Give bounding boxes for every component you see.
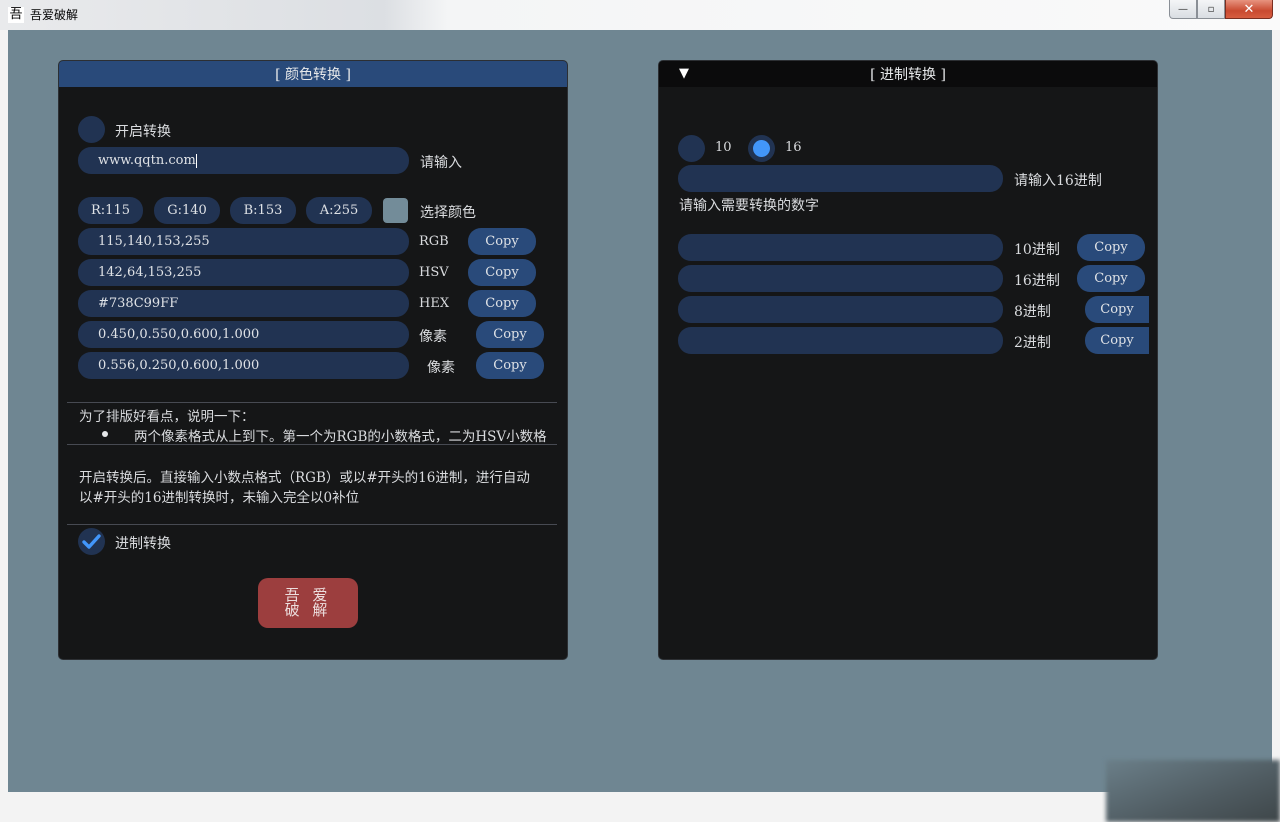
channel-b-chip[interactable]: B:153 bbox=[230, 197, 296, 224]
color-input[interactable]: www.qqtn.com bbox=[78, 147, 409, 174]
channel-g-chip[interactable]: G:140 bbox=[154, 197, 220, 224]
checkmark-icon bbox=[82, 534, 101, 549]
number-input[interactable] bbox=[678, 165, 1003, 192]
window-client-area: [ 颜色转换 ] 开启转换 www.qqtn.com 请输入 R:115 G:1… bbox=[8, 30, 1280, 822]
channel-a-chip[interactable]: A:255 bbox=[306, 197, 372, 224]
enable-convert-label: 开启转换 bbox=[115, 124, 171, 140]
maximize-button[interactable]: ▫ bbox=[1197, 0, 1225, 19]
minimize-icon: — bbox=[1178, 3, 1188, 15]
note-paragraph-1: 开启转换后。直接输入小数点格式（RGB）或以#开头的16进制，进行自动 bbox=[79, 470, 530, 486]
hsv-float-output-label: 像素 bbox=[427, 360, 455, 376]
close-icon: ✕ bbox=[1243, 1, 1255, 17]
base-convert-label: 进制转换 bbox=[115, 536, 171, 552]
minimize-button[interactable]: — bbox=[1169, 0, 1197, 19]
copy-rgb-button[interactable]: Copy bbox=[468, 228, 536, 255]
copy-hsv-button[interactable]: Copy bbox=[468, 259, 536, 286]
binary-output-label: 2进制 bbox=[1014, 335, 1051, 351]
octal-output-label: 8进制 bbox=[1014, 304, 1051, 320]
hsv-output-label: HSV bbox=[419, 265, 449, 280]
base-convert-panel: ▼ [ 进制转换 ] 10 16 请输入16进制 请输入需要转换的数字 10进制… bbox=[658, 60, 1158, 660]
copy-hex-button[interactable]: Copy bbox=[468, 290, 536, 317]
rgb-output-label: RGB bbox=[419, 234, 449, 249]
rgb-float-output-label: 像素 bbox=[419, 329, 447, 345]
hsv-float-output-field[interactable]: 0.556,0.250,0.600,1.000 bbox=[78, 352, 409, 379]
resize-corner-shadow bbox=[1106, 760, 1280, 822]
copy-rgb-float-button[interactable]: Copy bbox=[476, 321, 544, 348]
radio-base-10-label: 10 bbox=[715, 140, 732, 155]
radio-base-16-label: 16 bbox=[785, 140, 802, 155]
window-controls: — ▫ ✕ bbox=[1169, 0, 1273, 20]
color-input-label: 请输入 bbox=[420, 155, 462, 171]
window-title: 吾爱破解 bbox=[30, 8, 79, 22]
radio-base-16[interactable] bbox=[748, 135, 775, 162]
number-input-hint: 请输入需要转换的数字 bbox=[679, 198, 819, 214]
copy-hsv-float-button[interactable]: Copy bbox=[476, 352, 544, 379]
separator bbox=[67, 402, 557, 403]
color-input-value: www.qqtn.com bbox=[98, 153, 196, 168]
copy-decimal-button[interactable]: Copy bbox=[1077, 234, 1145, 261]
close-button[interactable]: ✕ bbox=[1225, 0, 1273, 19]
brand-button[interactable]: 吾 爱 破 解 bbox=[258, 578, 358, 628]
base-convert-checkbox[interactable] bbox=[78, 528, 105, 555]
hex-output-field[interactable]: #738C99FF bbox=[78, 290, 409, 317]
rgb-output-field[interactable]: 115,140,153,255 bbox=[78, 228, 409, 255]
hex-output-label: 16进制 bbox=[1014, 273, 1060, 289]
color-convert-panel: [ 颜色转换 ] 开启转换 www.qqtn.com 请输入 R:115 G:1… bbox=[58, 60, 568, 660]
app-icon: 吾 bbox=[8, 7, 24, 23]
maximize-icon: ▫ bbox=[1207, 3, 1215, 15]
copy-hex-base-button[interactable]: Copy bbox=[1077, 265, 1145, 292]
brand-button-line-2: 破 解 bbox=[284, 601, 332, 619]
enable-convert-toggle[interactable] bbox=[78, 116, 105, 143]
channel-r-chip[interactable]: R:115 bbox=[78, 197, 143, 224]
hex-output-field[interactable] bbox=[678, 265, 1003, 292]
hex-output-label: HEX bbox=[419, 296, 450, 311]
decimal-output-field[interactable] bbox=[678, 234, 1003, 261]
bullet-icon bbox=[102, 431, 108, 437]
octal-output-field[interactable] bbox=[678, 296, 1003, 323]
hsv-output-field[interactable]: 142,64,153,255 bbox=[78, 259, 409, 286]
radio-base-10[interactable] bbox=[678, 135, 705, 162]
note-bullet-text: 两个像素格式从上到下。第一个为RGB的小数格式，二为HSV小数格 bbox=[134, 429, 547, 445]
collapse-triangle-icon[interactable]: ▼ bbox=[679, 66, 689, 81]
base-panel-header[interactable]: ▼ [ 进制转换 ] bbox=[659, 61, 1157, 87]
separator bbox=[67, 444, 557, 445]
copy-octal-button[interactable]: Copy bbox=[1085, 296, 1149, 323]
binary-output-field[interactable] bbox=[678, 327, 1003, 354]
color-panel-title: [ 颜色转换 ] bbox=[275, 67, 351, 83]
pick-color-label: 选择颜色 bbox=[420, 205, 476, 221]
number-input-label: 请输入16进制 bbox=[1014, 173, 1102, 189]
decimal-output-label: 10进制 bbox=[1014, 242, 1060, 258]
copy-binary-button[interactable]: Copy bbox=[1085, 327, 1149, 354]
window-titlebar: 吾 吾爱破解 — ▫ ✕ bbox=[0, 0, 1280, 30]
color-panel-header[interactable]: [ 颜色转换 ] bbox=[59, 61, 567, 87]
note-heading: 为了排版好看点，说明一下： bbox=[79, 409, 255, 425]
base-panel-title: [ 进制转换 ] bbox=[870, 67, 946, 83]
rgb-float-output-field[interactable]: 0.450,0.550,0.600,1.000 bbox=[78, 321, 409, 348]
text-cursor bbox=[195, 153, 197, 168]
separator bbox=[67, 524, 557, 525]
note-paragraph-2: 以#开头的16进制转换时，未输入完全以0补位 bbox=[79, 490, 360, 506]
color-swatch[interactable] bbox=[383, 198, 408, 223]
